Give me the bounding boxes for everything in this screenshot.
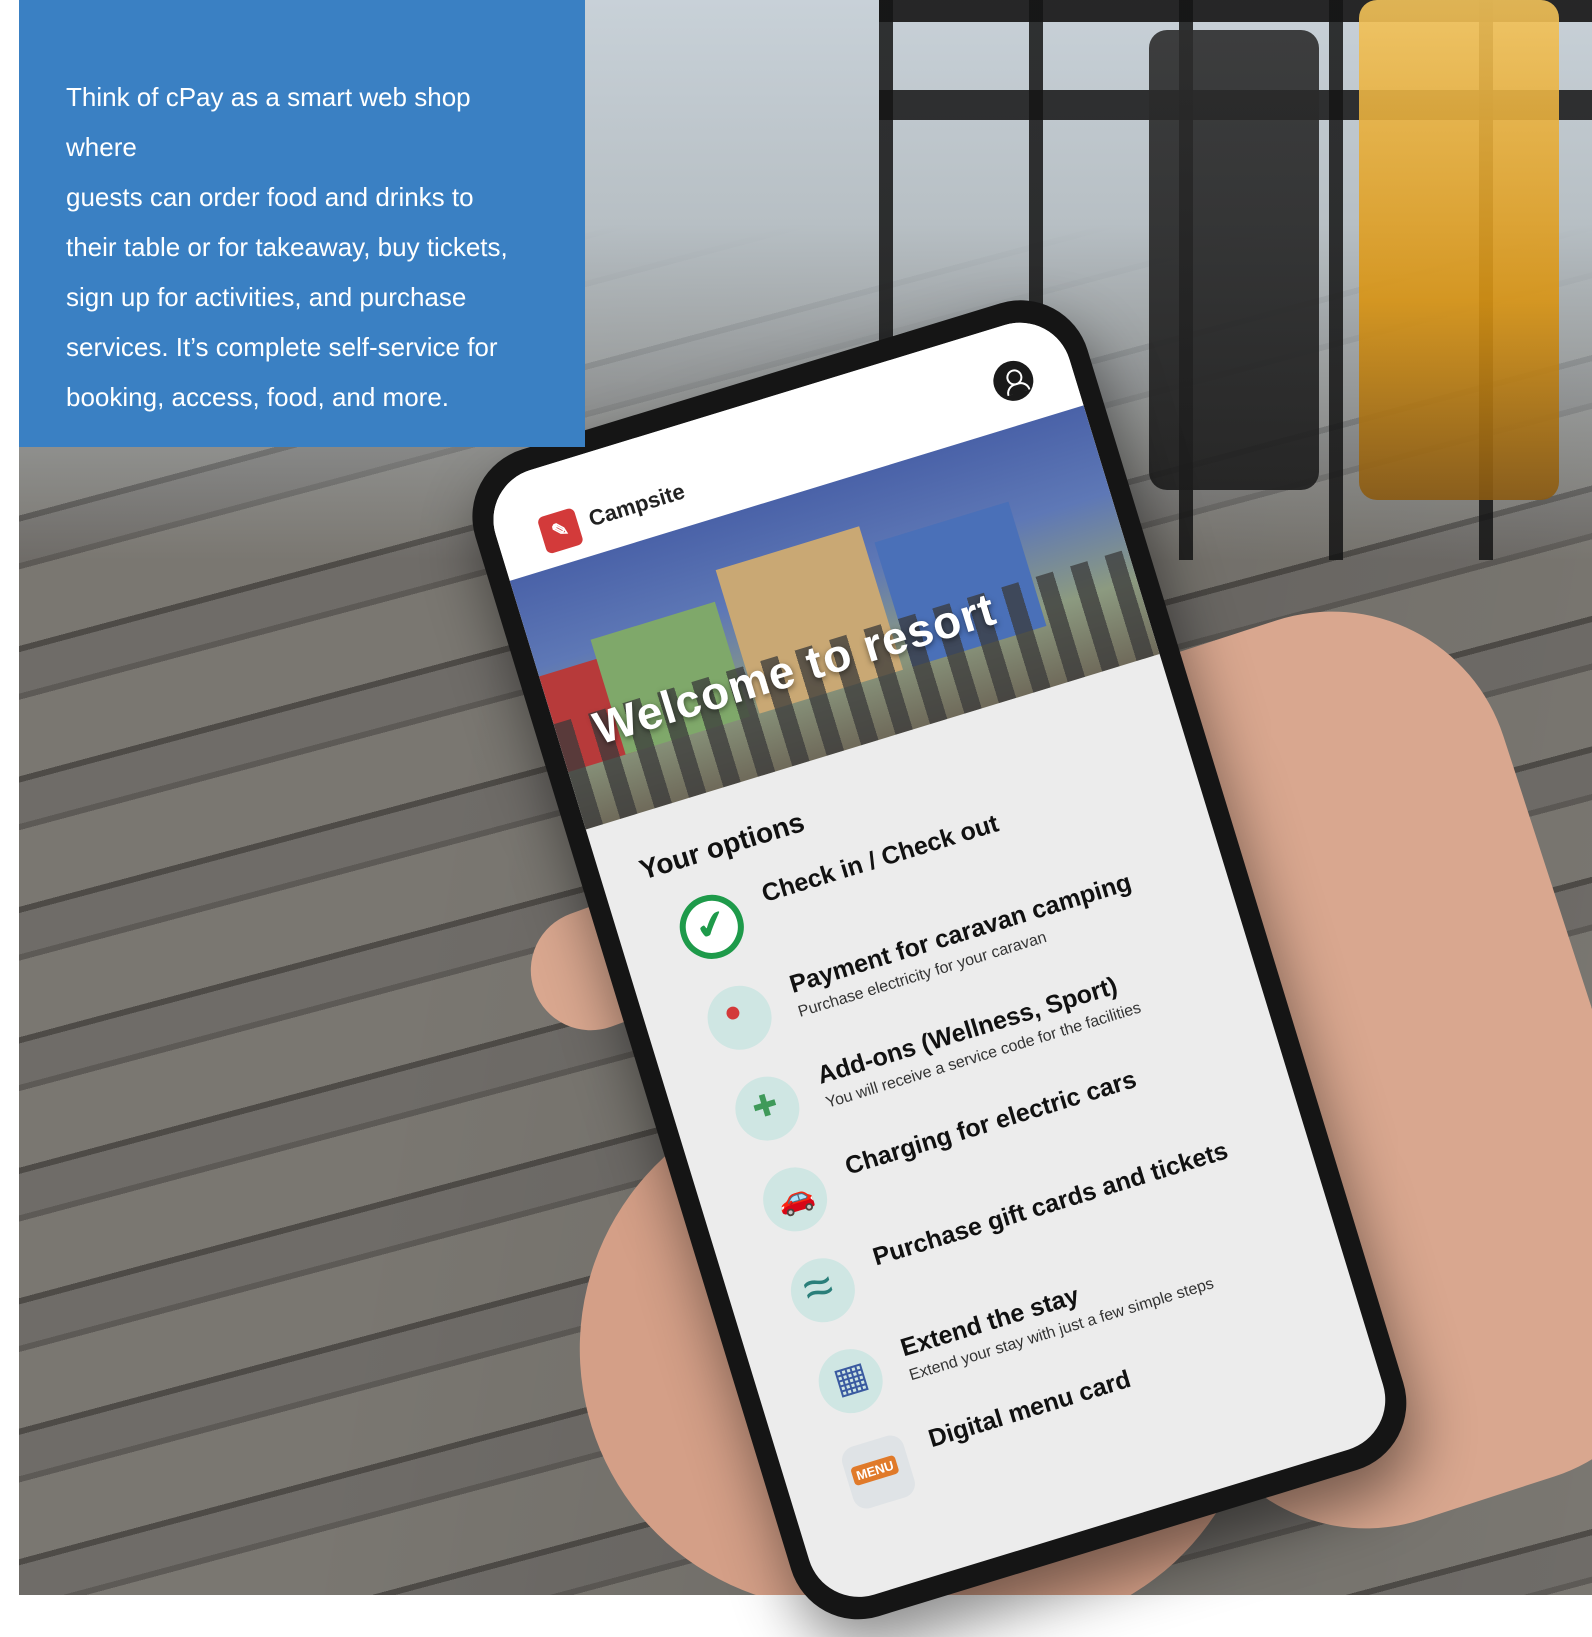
waves-icon xyxy=(782,1250,863,1331)
brand-name: Campsite xyxy=(585,478,688,532)
campsite-logo-icon[interactable]: ✎ xyxy=(536,507,585,555)
info-card: Think of cPay as a smart web shop where … xyxy=(19,0,585,447)
info-line-1: Think of cPay as a smart web shop where xyxy=(66,82,471,162)
power-plug-icon xyxy=(699,977,780,1058)
plus-icon xyxy=(727,1068,808,1149)
info-line-4: sign up for activities, and purchase xyxy=(66,282,467,312)
electric-car-icon xyxy=(755,1159,836,1240)
checkmark-icon xyxy=(671,886,752,967)
profile-icon[interactable] xyxy=(988,355,1039,406)
dark-glass xyxy=(1149,30,1319,490)
info-line-5: services. It’s complete self-service for xyxy=(66,332,498,362)
info-line-2: guests can order food and drinks to xyxy=(66,182,474,212)
beer-glass xyxy=(1359,0,1559,500)
calendar-icon xyxy=(810,1341,891,1422)
menu-card-icon xyxy=(838,1432,919,1512)
info-line-3: their table or for takeaway, buy tickets… xyxy=(66,232,508,262)
info-line-6: booking, access, food, and more. xyxy=(66,382,450,412)
